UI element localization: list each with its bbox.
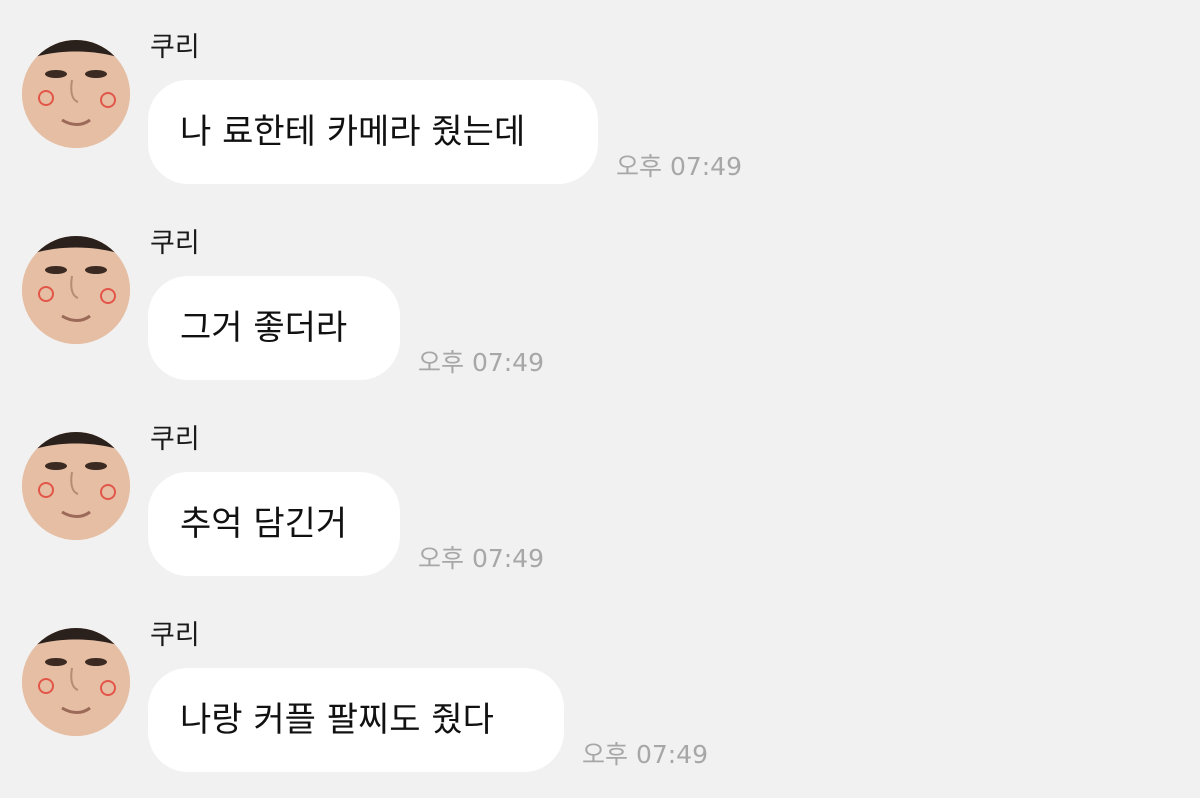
sender-name: 쿠리 [150,620,200,651]
avatar-face-icon [22,432,130,540]
sender-name: 쿠리 [150,228,200,259]
message-row: 쿠리 추억 담긴거 오후 07:49 [0,392,1200,582]
message-text: 나랑 커플 팔찌도 줬다 [180,700,494,740]
sender-name: 쿠리 [150,32,200,63]
message-bubble[interactable]: 나랑 커플 팔찌도 줬다 [148,668,564,772]
avatar[interactable] [22,432,130,540]
message-text: 나 료한테 카메라 줬는데 [180,112,526,152]
message-text: 추억 담긴거 [180,504,348,544]
avatar-face-icon [22,40,130,148]
message-row: 쿠리 나랑 커플 팔찌도 줬다 오후 07:49 [0,588,1200,778]
message-timestamp: 오후 07:49 [616,152,742,181]
message-timestamp: 오후 07:49 [582,740,708,769]
avatar[interactable] [22,628,130,736]
avatar[interactable] [22,40,130,148]
avatar[interactable] [22,236,130,344]
chat-message-list[interactable]: 쿠리 나 료한테 카메라 줬는데 오후 07:49 쿠리 그거 좋더라 오후 0… [0,0,1200,798]
message-timestamp: 오후 07:49 [418,348,544,377]
message-bubble[interactable]: 그거 좋더라 [148,276,400,380]
message-row: 쿠리 그거 좋더라 오후 07:49 [0,196,1200,386]
message-row: 쿠리 나 료한테 카메라 줬는데 오후 07:49 [0,0,1200,190]
avatar-face-icon [22,236,130,344]
sender-name: 쿠리 [150,424,200,455]
message-timestamp: 오후 07:49 [418,544,544,573]
message-bubble[interactable]: 추억 담긴거 [148,472,400,576]
message-text: 그거 좋더라 [180,308,348,348]
message-bubble[interactable]: 나 료한테 카메라 줬는데 [148,80,598,184]
avatar-face-icon [22,628,130,736]
